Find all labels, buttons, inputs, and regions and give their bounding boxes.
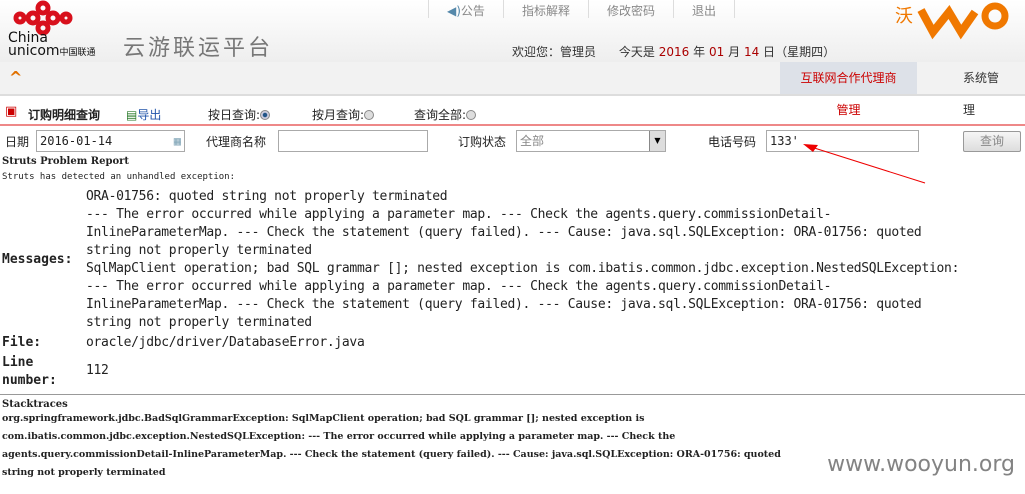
by-month-radio[interactable]: 按月查询: [312, 106, 375, 123]
message-line: string not properly terminated [86, 315, 312, 330]
main-nav: ^ 互联网合作代理商管理 系统管理 [0, 62, 1025, 117]
divider [0, 394, 1025, 395]
wo-logo: 沃 [895, 2, 1009, 40]
error-title: Struts Problem Report [2, 156, 130, 167]
platform-title: 云游联运平台 [123, 36, 274, 61]
calendar-icon[interactable]: ▦ [174, 134, 181, 148]
by-day-radio[interactable]: 按日查询: [208, 106, 271, 123]
logout-link[interactable]: 退出 [672, 0, 735, 18]
file-value: oracle/jdbc/driver/DatabaseError.java [86, 335, 365, 350]
error-report: Struts Problem Report Struts has detecte… [0, 156, 1025, 482]
stacktrace-line: com.ibatis.common.jdbc.exception.NestedS… [2, 431, 676, 442]
error-subtitle: Struts has detected an unhandled excepti… [2, 172, 235, 182]
phone-input[interactable]: 133' [766, 130, 919, 152]
agent-name-label: 代理商名称 [206, 135, 267, 149]
date-input[interactable]: 2016-01-14 ▦ [36, 130, 185, 152]
toolbar: ▣ 订购明细查询 ▤导出 按日查询: 按月查询: 查询全部: [0, 104, 1025, 126]
query-all-radio-button[interactable] [466, 110, 477, 120]
export-button[interactable]: ▤导出 [126, 106, 161, 123]
line-value: 112 [86, 363, 109, 378]
section-icon: ▣ [5, 104, 18, 119]
file-label: File: [2, 335, 42, 350]
line-label: Line [2, 355, 34, 370]
message-line: ORA-01756: quoted string not properly te… [86, 189, 448, 204]
indicator-help-link[interactable]: 指标解释 [502, 0, 588, 18]
message-line: --- The error occurred while applying a … [86, 279, 832, 294]
by-day-radio-button[interactable] [260, 110, 271, 120]
order-status-select[interactable]: 全部 ▼ [516, 130, 666, 152]
order-status-label: 订购状态 [458, 135, 507, 149]
message-line: SqlMapClient operation; bad SQL grammar … [86, 261, 960, 276]
header: China unicom中国联通 云游联运平台 ◀)公告 指标解释 修改密码 退出… [0, 0, 1025, 62]
unicom-logo-text: China unicom中国联通 [8, 30, 96, 59]
message-line: --- The error occurred while applying a … [86, 207, 832, 222]
message-line: InlineParameterMap. --- Check the statem… [86, 225, 922, 240]
svg-text:沃: 沃 [895, 6, 913, 27]
welcome-text: 欢迎您：管理员 今天是 2016 年 01 月 14 日（星期四） [512, 45, 836, 59]
filter-bar: 日期 2016-01-14 ▦ 代理商名称 订购状态 全部 ▼ 电话号码 133' … [0, 128, 1025, 154]
phone-label: 电话号码 [708, 135, 757, 149]
page-title: 订购明细查询 [28, 108, 101, 122]
watermark: www.wooyun.org [827, 452, 1015, 477]
message-line: string not properly terminated [86, 243, 312, 258]
messages-label: Messages: [2, 252, 73, 267]
tab-system-management[interactable]: 系统管理 [947, 62, 1025, 117]
change-password-link[interactable]: 修改密码 [587, 0, 673, 18]
messages-list: ORA-01756: quoted string not properly te… [86, 188, 1022, 332]
agent-name-input[interactable] [278, 130, 428, 152]
query-button[interactable]: 查询 [963, 131, 1021, 152]
speaker-icon: ◀) [447, 4, 461, 18]
message-line: InlineParameterMap. --- Check the statem… [86, 297, 922, 312]
date-label: 日期 [5, 135, 30, 149]
top-links: ◀)公告 指标解释 修改密码 退出 [428, 0, 735, 18]
chevron-down-icon[interactable]: ▼ [649, 131, 665, 151]
by-month-radio-button[interactable] [364, 110, 375, 120]
collapse-caret-icon[interactable]: ^ [9, 68, 22, 87]
query-all-radio[interactable]: 查询全部: [414, 106, 477, 123]
tab-agent-management[interactable]: 互联网合作代理商管理 [780, 62, 917, 117]
announcement-link[interactable]: ◀)公告 [428, 0, 503, 18]
stacktraces-label: Stacktraces [2, 399, 68, 410]
excel-icon: ▤ [126, 108, 138, 122]
line-label-2: number: [2, 373, 57, 388]
stacktrace-line: org.springframework.jdbc.BadSqlGrammarEx… [2, 413, 645, 424]
